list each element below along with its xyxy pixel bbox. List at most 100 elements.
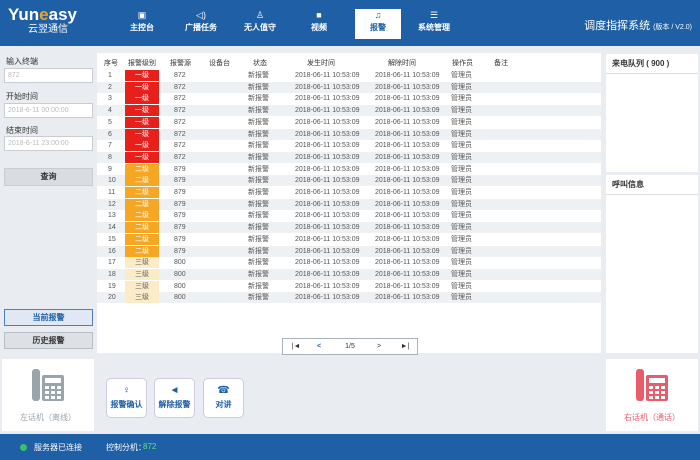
- intercom-button[interactable]: ☎ 对讲: [203, 378, 244, 418]
- cell-no: 17: [108, 259, 116, 267]
- cell-end-time: 2018-06-11 10:53:09: [375, 212, 440, 220]
- cell-status: 新报警: [248, 95, 269, 103]
- cell-source: 872: [174, 130, 186, 138]
- alarm-table: 序号 报警级别 报警源 设备台 状态 发生时间 解除时间 操作员 备注 1 一级 8…: [97, 53, 601, 353]
- extension-value: 872: [143, 442, 157, 451]
- prev-page-button[interactable]: <: [308, 341, 330, 353]
- nav-unattended[interactable]: ♙ 无人值守: [237, 9, 283, 39]
- cell-operator: 管理员: [451, 294, 472, 302]
- table-row[interactable]: 2 一级 872 新报警 2018-06-11 10:53:09 2018-06-11 1…: [97, 81, 601, 93]
- table-row[interactable]: 10 二级 879 新报警 2018-06-11 10:53:09 2018-06-11 …: [97, 175, 601, 187]
- cell-no: 6: [108, 130, 112, 138]
- cell-operator: 管理员: [451, 130, 472, 138]
- table-row[interactable]: 8 一级 872 新报警 2018-06-11 10:53:09 2018-06-11 1…: [97, 151, 601, 163]
- cell-end-time: 2018-06-11 10:53:09: [375, 177, 440, 185]
- cell-operator: 管理员: [451, 189, 472, 196]
- terminal-input[interactable]: [4, 68, 93, 83]
- cell-end-time: 2018-06-11 10:53:09: [375, 294, 440, 302]
- table-row[interactable]: 16 二级 879 新报警 2018-06-11 10:53:09 2018-06-11 …: [97, 245, 601, 257]
- right-phone-panel[interactable]: 右话机（通话）: [606, 359, 698, 431]
- cell-start-time: 2018-06-11 10:53:09: [295, 224, 360, 232]
- next-page-button[interactable]: >: [368, 341, 390, 353]
- first-page-button[interactable]: |◄: [285, 341, 307, 353]
- cell-no: 9: [108, 165, 112, 173]
- cell-no: 2: [108, 83, 112, 91]
- table-row[interactable]: 19 三级 800 新报警 2018-06-11 10:53:09 2018-06-11 …: [97, 280, 601, 292]
- nav-video[interactable]: ■ 视频: [296, 9, 342, 39]
- col-header-source: 报警源: [170, 60, 191, 67]
- cell-source: 800: [174, 294, 186, 302]
- nav-main-console[interactable]: ▣ 主控台: [119, 9, 165, 39]
- table-row[interactable]: 18 三级 800 新报警 2018-06-11 10:53:09 2018-06-11 …: [97, 268, 601, 280]
- last-page-button[interactable]: ►|: [394, 341, 416, 353]
- cell-end-time: 2018-06-11 10:53:09: [375, 282, 440, 290]
- table-row[interactable]: 17 三级 800 新报警 2018-06-11 10:53:09 2018-06-11 …: [97, 257, 601, 269]
- table-row[interactable]: 12 二级 879 新报警 2018-06-11 10:53:09 2018-06-11 …: [97, 198, 601, 210]
- query-button[interactable]: 查询: [4, 168, 93, 186]
- list-icon: ☰: [429, 10, 439, 20]
- history-alarm-button[interactable]: 历史报警: [4, 332, 93, 349]
- left-phone-panel[interactable]: 左话机（离线）: [2, 359, 94, 431]
- cell-end-time: 2018-06-11 10:53:09: [375, 118, 440, 126]
- col-header-end-time: 解除时间: [388, 60, 416, 67]
- server-status: 服务器已连接: [34, 443, 82, 452]
- cell-end-time: 2018-06-11 10:53:09: [375, 83, 440, 91]
- cell-status: 新报警: [248, 259, 269, 267]
- cell-end-time: 2018-06-11 10:53:09: [375, 72, 440, 79]
- cell-end-time: 2018-06-11 10:53:09: [375, 130, 440, 138]
- table-row[interactable]: 11 二级 879 新报警 2018-06-11 10:53:09 2018-06-11 …: [97, 187, 601, 198]
- cell-level: 二级: [125, 245, 159, 257]
- desk-phone-icon: [32, 369, 64, 401]
- page-indicator: 1/5: [345, 343, 355, 350]
- cell-status: 新报警: [248, 200, 269, 208]
- end-time-input[interactable]: [4, 136, 93, 151]
- table-row[interactable]: 9 二级 879 新报警 2018-06-11 10:53:09 2018-06-11 1…: [97, 163, 601, 175]
- cell-level: 一级: [125, 70, 159, 81]
- table-row[interactable]: 6 一级 872 新报警 2018-06-11 10:53:09 2018-06-11 1…: [97, 128, 601, 140]
- cell-end-time: 2018-06-11 10:53:09: [375, 270, 440, 278]
- cell-level: 一级: [125, 140, 159, 152]
- alarm-confirm-button[interactable]: ♀ 报警确认: [106, 378, 147, 418]
- logo: Yuneasy 云翌通信: [8, 5, 78, 36]
- cell-start-time: 2018-06-11 10:53:09: [295, 95, 360, 103]
- cell-start-time: 2018-06-11 10:53:09: [295, 259, 360, 267]
- cell-start-time: 2018-06-11 10:53:09: [295, 118, 360, 126]
- cell-status: 新报警: [248, 177, 269, 185]
- cell-status: 新报警: [248, 130, 269, 138]
- megaphone-icon: ◄: [169, 385, 180, 396]
- cell-status: 新报警: [248, 153, 269, 161]
- cell-operator: 管理员: [451, 282, 472, 290]
- table-row[interactable]: 1 一级 872 新报警 2018-06-11 10:53:09 2018-06-11 1…: [97, 70, 601, 81]
- cell-operator: 管理员: [451, 72, 472, 79]
- cell-start-time: 2018-06-11 10:53:09: [295, 83, 360, 91]
- current-alarm-button[interactable]: 当前报警: [4, 309, 93, 326]
- nav-alarm[interactable]: ♫ 报警: [355, 9, 401, 39]
- cell-source: 800: [174, 282, 186, 290]
- table-row[interactable]: 15 二级 879 新报警 2018-06-11 10:53:09 2018-06-11 …: [97, 233, 601, 245]
- cell-end-time: 2018-06-11 10:53:09: [375, 165, 440, 173]
- cell-level: 三级: [125, 268, 159, 280]
- nav-system-admin[interactable]: ☰ 系统管理: [411, 9, 457, 39]
- cell-no: 1: [108, 72, 112, 79]
- table-row[interactable]: 13 二级 879 新报警 2018-06-11 10:53:09 2018-06-11 …: [97, 210, 601, 222]
- start-time-input[interactable]: [4, 103, 93, 118]
- cell-start-time: 2018-06-11 10:53:09: [295, 72, 360, 79]
- table-row[interactable]: 3 一级 872 新报警 2018-06-11 10:53:09 2018-06-11 1…: [97, 93, 601, 105]
- table-row[interactable]: 14 二级 879 新报警 2018-06-11 10:53:09 2018-06-11 …: [97, 222, 601, 234]
- table-row[interactable]: 5 一级 872 新报警 2018-06-11 10:53:09 2018-06-11 1…: [97, 116, 601, 128]
- cell-source: 879: [174, 200, 186, 208]
- cell-level: 一级: [125, 151, 159, 163]
- table-row[interactable]: 4 一级 872 新报警 2018-06-11 10:53:09 2018-06-11 1…: [97, 105, 601, 117]
- alarm-release-button[interactable]: ◄ 解除报警: [154, 378, 195, 418]
- cell-end-time: 2018-06-11 10:53:09: [375, 247, 440, 255]
- cell-status: 新报警: [248, 224, 269, 232]
- cell-status: 新报警: [248, 270, 269, 278]
- cell-end-time: 2018-06-11 10:53:09: [375, 142, 440, 150]
- cell-level: 二级: [125, 163, 159, 175]
- cell-start-time: 2018-06-11 10:53:09: [295, 142, 360, 150]
- table-row[interactable]: 20 三级 800 新报警 2018-06-11 10:53:09 2018-06-11 …: [97, 292, 601, 304]
- nav-broadcast[interactable]: ◁) 广播任务: [178, 9, 224, 39]
- left-phone-label: 左话机（离线）: [20, 413, 76, 422]
- cell-source: 800: [174, 259, 186, 267]
- table-row[interactable]: 7 一级 872 新报警 2018-06-11 10:53:09 2018-06-11 1…: [97, 140, 601, 152]
